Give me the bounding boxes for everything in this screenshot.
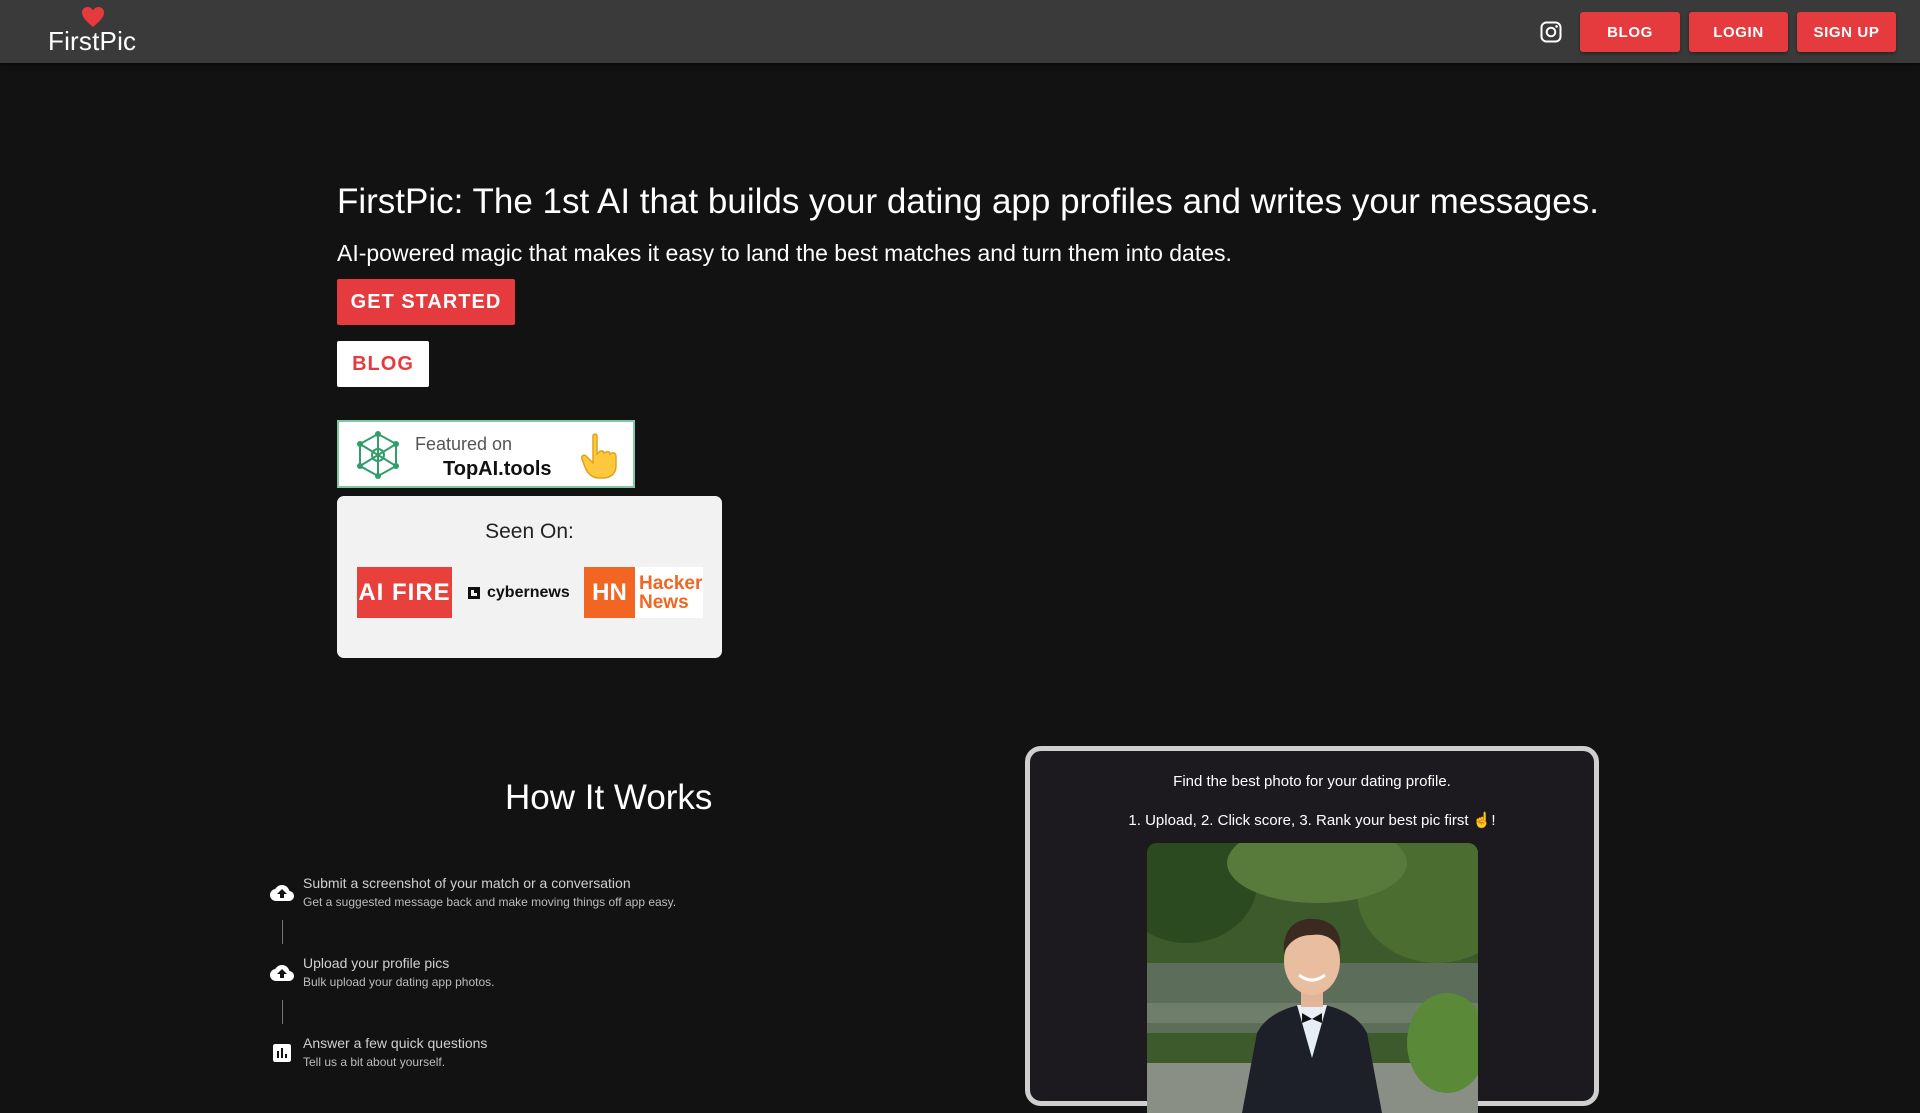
step-1-description: Get a suggested message back and make mo… [303,895,677,909]
cybernews-logo[interactable]: cybernews [467,582,570,604]
featured-on-label: Featured on [415,434,513,454]
hacker-news-label: Hacker News [639,574,702,612]
step-1-title: Submit a screenshot of your match or a c… [303,875,631,891]
step-2-description: Bulk upload your dating app photos. [303,975,495,989]
hn-badge: HN [584,567,635,618]
hero-title: FirstPic: The 1st AI that builds your da… [337,182,1599,221]
demo-phone-frame: Find the best photo for your dating prof… [1025,746,1599,1113]
topai-tools-label: TopAI.tools [443,458,552,480]
get-started-button[interactable]: GET STARTED [337,279,515,325]
instagram-icon[interactable] [1539,20,1563,44]
hero-blog-button[interactable]: BLOG [337,341,429,387]
ai-fire-logo[interactable]: AI FIRE [357,567,452,618]
nav-login-button[interactable]: LOGIN [1689,12,1788,52]
cloud-upload-icon [270,965,294,981]
step-3-description: Tell us a bit about yourself. [303,1055,446,1069]
seen-on-panel: Seen On: AI FIRE cybernews HN Hacker New… [337,496,722,658]
how-it-works-title: How It Works [505,778,713,817]
hacker-news-line2: News [639,591,689,613]
cybernews-label: cybernews [487,584,570,601]
logo[interactable]: FirstPic [48,6,142,56]
step-2-title: Upload your profile pics [303,955,450,971]
profile-photo [1147,843,1478,1113]
hacker-news-line1: Hacker [639,572,703,594]
step-3-title: Answer a few quick questions [303,1035,488,1051]
bar-chart-icon [273,1044,291,1062]
demo-heading: Find the best photo for your dating prof… [1173,773,1451,790]
network-icon [357,431,399,479]
hero-subtitle: AI-powered magic that makes it easy to l… [337,240,1232,266]
cybernews-mark-icon [468,587,480,599]
nav-blog-button[interactable]: BLOG [1580,12,1680,52]
pointing-hand-icon [581,433,617,479]
demo-steps: 1. Upload, 2. Click score, 3. Rank your … [1128,812,1496,829]
seen-on-title: Seen On: [485,520,574,543]
top-navigation-bar: FirstPic BLOG LOGIN SIGN UP [0,0,1920,63]
cloud-upload-icon [270,885,294,901]
hacker-news-logo[interactable]: HN Hacker News [584,567,703,618]
brand-name: FirstPic [48,26,137,56]
heart-icon [82,7,104,27]
nav-signup-button[interactable]: SIGN UP [1797,12,1896,52]
step-connector [282,920,283,944]
step-connector [282,1000,283,1024]
featured-on-topai-badge[interactable]: Featured on TopAI.tools [337,420,635,488]
profile-photo-illustration [1147,843,1478,1113]
